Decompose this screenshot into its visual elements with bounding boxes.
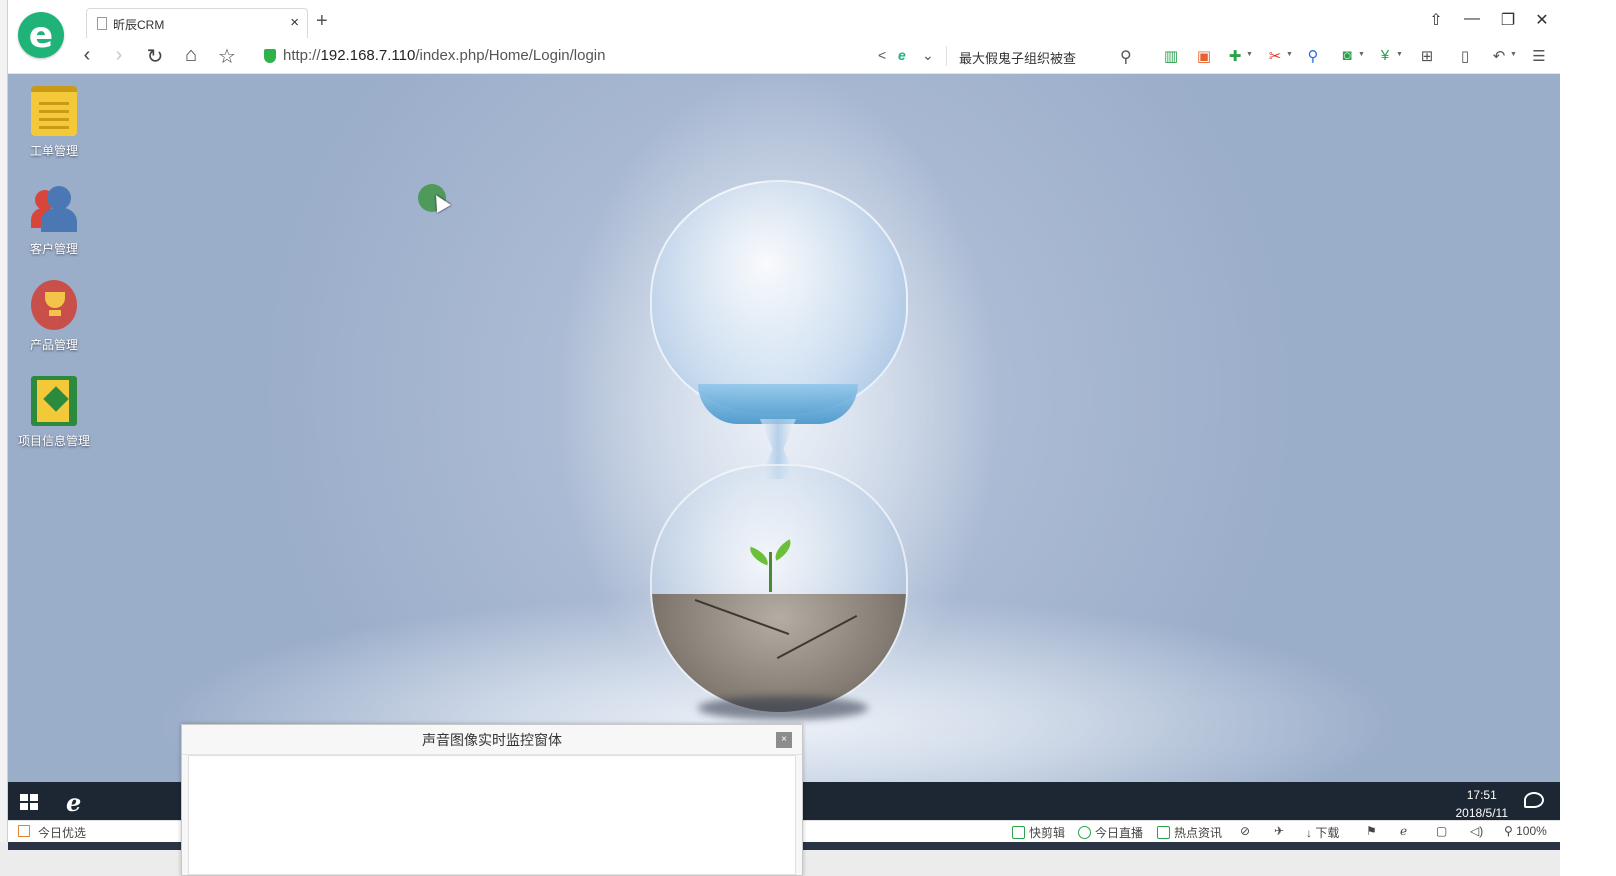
- crm-desktop: 工单管理 客户管理 产品管理 项目信息管理: [8, 74, 1560, 782]
- url-host: 192.168.7.110: [320, 47, 416, 64]
- tab-crm[interactable]: 昕辰CRM ×: [86, 8, 308, 38]
- tab-title: 昕辰CRM: [113, 18, 165, 32]
- monitor-window[interactable]: 声音图像实时监控窗体 ×: [181, 724, 803, 876]
- book-icon[interactable]: ▥: [1160, 47, 1182, 65]
- share-icon[interactable]: <: [878, 47, 886, 63]
- apps-icon[interactable]: ⊞: [1416, 47, 1438, 65]
- restore-button[interactable]: ❐: [1496, 10, 1520, 30]
- back-button[interactable]: ‹: [74, 44, 100, 67]
- search-icon[interactable]: ⚲: [1120, 47, 1132, 67]
- pin-icon[interactable]: ⇧: [1424, 10, 1448, 30]
- status-item-label: 今日直播: [1095, 826, 1144, 840]
- hourglass-bottom: [650, 464, 908, 714]
- news-icon: [1157, 826, 1170, 839]
- chevron-down-icon[interactable]: ⌄: [922, 47, 934, 64]
- live-link[interactable]: 今日直播: [1078, 824, 1143, 841]
- desktop-icon-products[interactable]: 产品管理: [8, 280, 100, 353]
- search-engine-icon[interactable]: e: [898, 47, 906, 63]
- hourglass-water: [698, 384, 858, 424]
- windows-start-icon[interactable]: [20, 794, 38, 810]
- desktop-icon-label: 客户管理: [29, 242, 78, 256]
- new-tab-button[interactable]: +: [316, 10, 328, 33]
- hourglass-shadow: [698, 696, 868, 720]
- chevron-down-icon[interactable]: ▼: [1510, 51, 1517, 58]
- outer-desktop-edge: [0, 0, 8, 876]
- zoom-control[interactable]: ⚲ 100%: [1504, 824, 1547, 838]
- tv-icon[interactable]: ▣: [1193, 47, 1215, 65]
- today-picks-link[interactable]: 今日优选: [38, 824, 86, 841]
- flag-icon[interactable]: ⚑: [1366, 824, 1377, 838]
- download-link[interactable]: ↓ 下载: [1306, 824, 1339, 841]
- window-icon[interactable]: ▢: [1436, 824, 1447, 838]
- undo-icon[interactable]: ↶: [1488, 47, 1510, 65]
- hourglass-image: [650, 180, 908, 416]
- play-icon: [1078, 826, 1091, 839]
- chevron-down-icon[interactable]: ▼: [1358, 51, 1365, 58]
- clock[interactable]: 17:51 2018/5/11: [1456, 786, 1509, 822]
- chevron-down-icon[interactable]: ▼: [1396, 51, 1403, 58]
- close-icon[interactable]: ×: [776, 732, 792, 748]
- zoom-level: 100%: [1516, 824, 1547, 838]
- ie-mode-icon[interactable]: ℯ: [1400, 824, 1407, 838]
- speed-icon[interactable]: ⊘: [1240, 824, 1250, 838]
- trophy-icon: [31, 280, 77, 330]
- minimize-button[interactable]: —: [1460, 10, 1484, 28]
- screen: { "tab": {"title": "昕辰CRM", "close": "×"…: [0, 0, 1616, 876]
- home-button[interactable]: ⌂: [178, 44, 204, 67]
- cut-icon[interactable]: ✂: [1264, 47, 1286, 65]
- status-item-label: 热点资讯: [1174, 826, 1223, 840]
- search-input[interactable]: 最大假鬼子组织被查: [959, 48, 1076, 67]
- status-item-label: 下载: [1315, 826, 1340, 840]
- desktop-icon-work-orders[interactable]: 工单管理: [8, 86, 100, 159]
- tablet-icon[interactable]: ▯: [1454, 47, 1476, 65]
- rocket-icon[interactable]: ✈: [1274, 824, 1284, 838]
- video-edit-icon: [1012, 826, 1025, 839]
- url-prefix: http://: [283, 47, 321, 64]
- game-icon[interactable]: ◙: [1336, 47, 1358, 64]
- ie-icon[interactable]: e: [66, 788, 81, 817]
- money-shield-icon[interactable]: ¥: [1374, 47, 1396, 64]
- desktop-icon-label: 项目信息管理: [17, 434, 90, 448]
- quick-edit-link[interactable]: 快剪辑: [1012, 824, 1065, 841]
- notification-icon[interactable]: [1524, 792, 1544, 808]
- find-icon[interactable]: ⚲: [1302, 47, 1324, 65]
- gift-icon: [18, 825, 30, 837]
- clock-time: 17:51: [1466, 788, 1497, 802]
- tab-bar: 昕辰CRM × + ⇧ — ❐ ✕: [8, 0, 1616, 38]
- divider: [946, 46, 947, 66]
- monitor-window-body: [188, 755, 796, 875]
- chevron-down-icon[interactable]: ▼: [1286, 51, 1293, 58]
- refresh-button[interactable]: ↻: [142, 44, 168, 69]
- tab-close-icon[interactable]: ×: [290, 14, 299, 31]
- browser-logo-icon[interactable]: e: [18, 12, 64, 58]
- forward-button[interactable]: ›: [106, 44, 132, 67]
- chevron-down-icon[interactable]: ▼: [1246, 51, 1253, 58]
- secure-shield-icon: [264, 49, 276, 63]
- desktop-icon-label: 工单管理: [29, 144, 78, 158]
- url-path: /index.php/Home/Login/login: [415, 47, 606, 64]
- translate-icon[interactable]: ✚: [1224, 47, 1246, 65]
- desktop-icon-customers[interactable]: 客户管理: [8, 184, 100, 257]
- notepad-icon: [31, 86, 77, 136]
- desktop-icon-projects[interactable]: 项目信息管理: [8, 376, 100, 449]
- menu-icon[interactable]: ☰: [1528, 47, 1550, 65]
- monitor-window-title: 声音图像实时监控窗体: [182, 725, 802, 755]
- address-bar[interactable]: http://192.168.7.110/index.php/Home/Logi…: [283, 47, 605, 64]
- sprout-icon: [769, 552, 772, 592]
- desktop-icon-label: 产品管理: [29, 338, 78, 352]
- outer-desktop-right: [1560, 74, 1616, 876]
- speaker-icon[interactable]: ◁): [1470, 824, 1483, 838]
- users-icon: [31, 184, 77, 234]
- page-icon: [97, 17, 107, 30]
- hot-news-link[interactable]: 热点资讯: [1157, 824, 1222, 841]
- book-icon: [31, 376, 77, 426]
- close-window-button[interactable]: ✕: [1530, 10, 1554, 30]
- status-item-label: 快剪辑: [1029, 826, 1066, 840]
- navigation-bar: ‹ › ↻ ⌂ ☆ http://192.168.7.110/index.php…: [8, 38, 1560, 74]
- favorite-star-icon[interactable]: ☆: [214, 44, 240, 69]
